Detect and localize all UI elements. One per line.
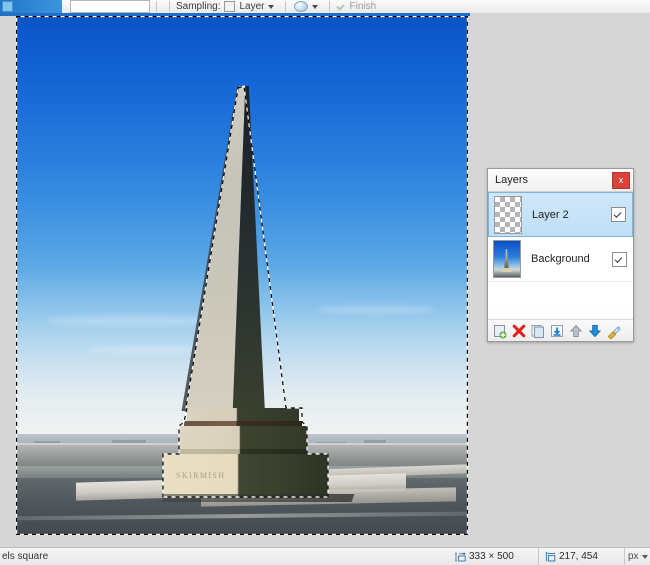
layer-label: Layer (239, 1, 265, 12)
image-dimensions-value: 333 × 500 (469, 551, 514, 562)
obelisk-shaft (166, 86, 281, 411)
status-cursor-position: 217, 454 (545, 551, 598, 562)
delete-layer-icon[interactable] (511, 323, 527, 339)
chevron-down-icon-layer[interactable] (268, 4, 275, 9)
workspace: SKIRMISH Layers x Layer 2 Background (0, 13, 650, 548)
layer-thumbnail-transparent (494, 195, 522, 234)
base-inscription: SKIRMISH (176, 471, 226, 480)
layers-panel-titlebar[interactable]: Layers x (488, 169, 633, 192)
layers-list-empty-space (488, 282, 633, 303)
cursor-position-value: 217, 454 (559, 551, 598, 562)
add-layer-icon[interactable] (492, 323, 508, 339)
layer-name-label: Background (531, 253, 590, 265)
unit-label: px (628, 551, 639, 562)
duplicate-layer-icon[interactable] (530, 323, 546, 339)
close-icon[interactable]: x (612, 171, 630, 189)
status-bar: els square 333 × 500 217, 454 px (0, 547, 650, 565)
layer-thumbnail-photo (493, 240, 521, 278)
layers-panel-title: Layers (495, 174, 529, 186)
toolbar-divider-2 (169, 1, 170, 12)
layers-panel[interactable]: Layers x Layer 2 Background (487, 168, 634, 342)
status-unit-selector[interactable]: px (628, 551, 648, 562)
layer-row-layer-2[interactable]: Layer 2 (488, 192, 633, 237)
layer-row-background[interactable]: Background (488, 237, 633, 282)
toolbar-divider-1 (156, 1, 157, 12)
layer-name-label: Layer 2 (532, 208, 569, 221)
image-size-icon (455, 551, 466, 562)
options-toolbar: Sampling: Layer Finish (0, 0, 650, 14)
move-layer-down-icon[interactable] (587, 323, 603, 339)
layers-toolbar (488, 319, 633, 341)
layer-visibility-checkbox[interactable] (612, 251, 627, 267)
layer-visibility-checkbox[interactable] (611, 207, 626, 222)
sampling-checkbox[interactable] (224, 1, 236, 12)
obelisk-lit-face (184, 86, 246, 411)
toolbar-divider-4 (329, 1, 331, 12)
merge-layer-down-icon[interactable] (549, 323, 565, 339)
status-dimensions: 333 × 500 (455, 551, 514, 562)
status-divider-1 (538, 548, 539, 565)
finish-button[interactable]: Finish (349, 1, 376, 12)
toolbar-divider-3 (285, 1, 287, 12)
finish-check-icon (336, 2, 346, 11)
photo-obelisk: SKIRMISH (16, 16, 468, 535)
sampling-label: Sampling: (176, 1, 221, 12)
layers-list[interactable]: Layer 2 Background (488, 192, 633, 303)
tolerance-input[interactable] (70, 0, 150, 13)
cursor-position-icon (545, 551, 556, 562)
chevron-down-icon-brush[interactable] (312, 4, 319, 9)
brush-blob-icon[interactable] (294, 1, 309, 12)
move-layer-up-icon[interactable] (568, 323, 584, 339)
obelisk-cast-shadow (161, 494, 355, 502)
swatch-glyph (2, 1, 13, 12)
obelisk-monument: SKIRMISH (16, 16, 468, 535)
chevron-down-icon[interactable] (641, 554, 648, 559)
image-canvas[interactable]: SKIRMISH (16, 16, 468, 535)
status-left-text: els square (2, 551, 49, 562)
color-swatch-icon[interactable] (0, 0, 62, 13)
status-divider-2 (624, 548, 625, 565)
layer-properties-icon[interactable] (606, 323, 622, 339)
